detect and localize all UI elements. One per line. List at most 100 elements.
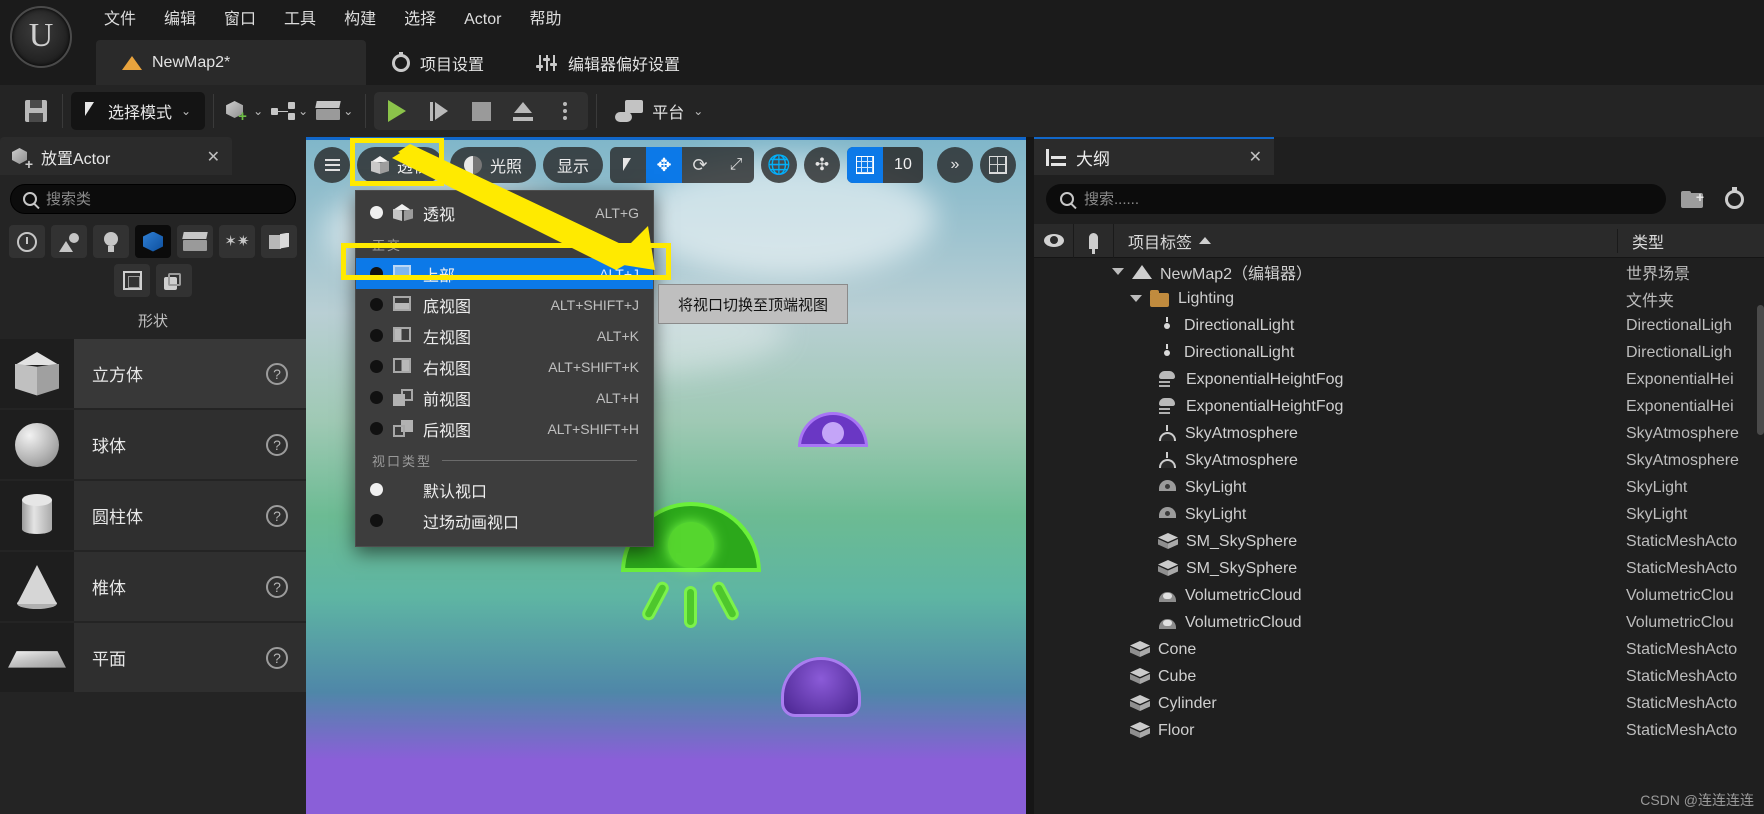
viewport-lighting-dropdown[interactable]: 光照 bbox=[450, 147, 537, 183]
tab-editor-preferences[interactable]: 编辑器偏好设置 bbox=[510, 40, 706, 85]
table-row[interactable]: Cube StaticMeshActo bbox=[1034, 663, 1764, 690]
play-more-button[interactable] bbox=[544, 92, 586, 130]
unreal-logo-icon[interactable]: U bbox=[10, 6, 72, 68]
select-tool-button[interactable] bbox=[610, 147, 646, 183]
table-row[interactable]: ExponentialHeightFog ExponentialHei bbox=[1034, 366, 1764, 393]
help-icon[interactable]: ? bbox=[266, 575, 288, 598]
create-actor-button[interactable]: + ⌄ bbox=[222, 99, 267, 124]
menu-item-default-viewport[interactable]: 默认视口 bbox=[356, 474, 653, 505]
outliner-scrollbar[interactable] bbox=[1757, 305, 1764, 435]
category-geometry[interactable] bbox=[261, 225, 297, 258]
viewport-menu-button[interactable] bbox=[314, 147, 350, 183]
close-icon[interactable]: ✕ bbox=[207, 147, 220, 167]
menu-item-top[interactable]: 上部 ALT+J bbox=[356, 258, 653, 289]
menu-build[interactable]: 构建 bbox=[330, 0, 390, 40]
platform-dropdown[interactable]: 平台 ⌄ bbox=[605, 99, 713, 123]
category-volumes[interactable] bbox=[114, 264, 150, 297]
viewport-layout-button[interactable] bbox=[980, 147, 1016, 183]
outliner-search[interactable] bbox=[1046, 184, 1666, 214]
help-icon[interactable]: ? bbox=[266, 504, 288, 527]
surface-snap-button[interactable]: ✣ bbox=[804, 147, 841, 183]
column-visibility[interactable] bbox=[1034, 223, 1074, 258]
table-row[interactable]: Lighting 文件夹 bbox=[1034, 285, 1764, 312]
menu-item-cinematic-viewport[interactable]: 过场动画视口 bbox=[356, 505, 653, 536]
menu-window[interactable]: 窗口 bbox=[210, 0, 270, 40]
new-folder-button[interactable]: + bbox=[1676, 184, 1708, 214]
category-recently-placed[interactable] bbox=[9, 225, 45, 258]
menu-edit[interactable]: 编辑 bbox=[150, 0, 210, 40]
eject-button[interactable] bbox=[502, 92, 544, 130]
search-input[interactable] bbox=[46, 190, 283, 208]
menu-actor[interactable]: Actor bbox=[450, 0, 515, 40]
menu-help[interactable]: 帮助 bbox=[515, 0, 575, 40]
close-icon[interactable]: ✕ bbox=[1249, 147, 1262, 167]
column-label[interactable]: 项目标签 bbox=[1114, 228, 1618, 253]
cinematics-button[interactable]: ⌄ bbox=[312, 101, 357, 121]
scale-tool-button[interactable]: ⤢ bbox=[718, 147, 754, 183]
table-row[interactable]: VolumetricCloud VolumetricClou bbox=[1034, 582, 1764, 609]
help-icon[interactable]: ? bbox=[266, 646, 288, 669]
category-lights[interactable] bbox=[93, 225, 129, 258]
list-item[interactable]: 圆柱体 ? bbox=[0, 481, 306, 550]
category-shapes[interactable] bbox=[135, 225, 171, 258]
category-visual-effects[interactable]: ✶✷ bbox=[219, 225, 255, 258]
category-cinematic[interactable] bbox=[177, 225, 213, 258]
skip-button[interactable] bbox=[418, 92, 460, 130]
expand-toolbar-button[interactable]: » bbox=[937, 147, 973, 183]
grid-snap-control[interactable]: 10 bbox=[847, 147, 923, 183]
menu-item-back[interactable]: 后视图 ALT+SHIFT+H bbox=[356, 413, 653, 444]
table-row[interactable]: VolumetricCloud VolumetricClou bbox=[1034, 609, 1764, 636]
table-row[interactable]: SkyLight SkyLight bbox=[1034, 474, 1764, 501]
table-row[interactable]: Cone StaticMeshActo bbox=[1034, 636, 1764, 663]
grid-toggle-button[interactable] bbox=[847, 147, 884, 183]
category-all-classes[interactable] bbox=[156, 264, 192, 297]
outliner-settings-button[interactable] bbox=[1718, 184, 1750, 214]
help-icon[interactable]: ? bbox=[266, 362, 288, 385]
place-actor-tab[interactable]: + 放置Actor ✕ bbox=[0, 137, 232, 175]
move-tool-button[interactable]: ✥ bbox=[646, 147, 683, 183]
list-item[interactable]: 平面 ? bbox=[0, 623, 306, 692]
list-item[interactable]: 球体 ? bbox=[0, 410, 306, 479]
viewport-object-dome[interactable] bbox=[798, 412, 868, 464]
table-row[interactable]: SkyAtmosphere SkyAtmosphere bbox=[1034, 420, 1764, 447]
menu-item-front[interactable]: 前视图 ALT+H bbox=[356, 382, 653, 413]
expander-icon[interactable] bbox=[1112, 268, 1124, 275]
menu-select[interactable]: 选择 bbox=[390, 0, 450, 40]
viewport-object-shell[interactable] bbox=[781, 657, 861, 717]
world-coordinate-button[interactable]: 🌐 bbox=[761, 147, 798, 183]
table-row[interactable]: SM_SkySphere StaticMeshActo bbox=[1034, 528, 1764, 555]
table-row[interactable]: DirectionalLight DirectionalLigh bbox=[1034, 312, 1764, 339]
table-row[interactable]: Floor StaticMeshActo bbox=[1034, 717, 1764, 744]
table-row[interactable]: Cylinder StaticMeshActo bbox=[1034, 690, 1764, 717]
table-row[interactable]: NewMap2（编辑器） 世界场景 bbox=[1034, 258, 1764, 285]
menu-item-right[interactable]: 右视图 ALT+SHIFT+K bbox=[356, 351, 653, 382]
table-row[interactable]: SkyLight SkyLight bbox=[1034, 501, 1764, 528]
menu-item-left[interactable]: 左视图 ALT+K bbox=[356, 320, 653, 351]
help-icon[interactable]: ? bbox=[266, 433, 288, 456]
menu-file[interactable]: 文件 bbox=[90, 0, 150, 40]
category-basic[interactable] bbox=[51, 225, 87, 258]
list-item[interactable]: 椎体 ? bbox=[0, 552, 306, 621]
play-button[interactable] bbox=[376, 92, 418, 130]
viewport-show-dropdown[interactable]: 显示 bbox=[543, 147, 604, 183]
column-pin[interactable] bbox=[1074, 223, 1114, 258]
outliner-tab[interactable]: 大纲 ✕ bbox=[1034, 137, 1274, 175]
menu-item-bottom[interactable]: 底视图 ALT+SHIFT+J bbox=[356, 289, 653, 320]
rotate-tool-button[interactable]: ⟳ bbox=[682, 147, 718, 183]
expander-icon[interactable] bbox=[1130, 295, 1142, 302]
stop-button[interactable] bbox=[460, 92, 502, 130]
select-mode-dropdown[interactable]: 选择模式 ⌄ bbox=[71, 92, 206, 130]
table-row[interactable]: DirectionalLight DirectionalLigh bbox=[1034, 339, 1764, 366]
save-button[interactable] bbox=[18, 93, 54, 129]
column-type[interactable]: 类型 bbox=[1618, 229, 1764, 253]
viewport-perspective-dropdown[interactable]: 透视 bbox=[357, 147, 444, 183]
blueprint-button[interactable]: ⌄ bbox=[267, 102, 312, 120]
tab-newmap2[interactable]: NewMap2* bbox=[96, 40, 366, 85]
place-actor-search[interactable] bbox=[10, 184, 296, 214]
search-input[interactable] bbox=[1084, 190, 1652, 208]
table-row[interactable]: ExponentialHeightFog ExponentialHei bbox=[1034, 393, 1764, 420]
list-item[interactable]: 立方体 ? bbox=[0, 339, 306, 408]
tab-project-settings[interactable]: 项目设置 bbox=[366, 40, 510, 85]
menu-item-perspective[interactable]: 透视 ALT+G bbox=[356, 197, 653, 228]
table-row[interactable]: SM_SkySphere StaticMeshActo bbox=[1034, 555, 1764, 582]
